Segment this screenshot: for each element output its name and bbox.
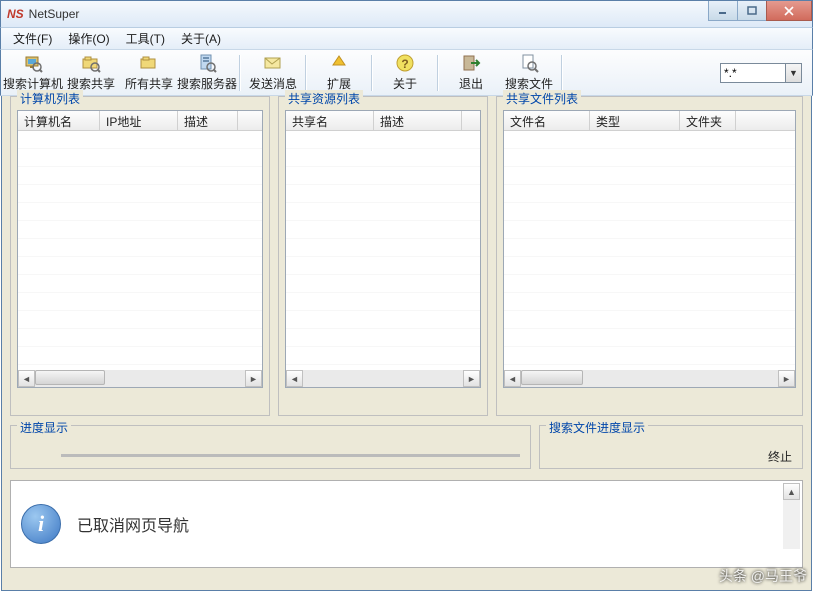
tb-label: 关于 bbox=[393, 75, 417, 92]
about-icon: ? bbox=[395, 53, 415, 73]
menu-operate[interactable]: 操作(O) bbox=[60, 28, 117, 49]
title-bar: NS NetSuper bbox=[0, 0, 813, 28]
search-file-icon bbox=[519, 53, 539, 73]
file-progress-group: 搜索文件进度显示 终止 bbox=[539, 425, 803, 469]
filter-combo[interactable]: ▼ bbox=[720, 63, 802, 83]
computer-listview[interactable]: 计算机名 IP地址 描述 ◄ ► bbox=[17, 110, 263, 388]
menu-about[interactable]: 关于(A) bbox=[173, 28, 229, 49]
list-header: 共享名 描述 bbox=[286, 111, 480, 131]
col-folder[interactable]: 文件夹 bbox=[680, 111, 736, 130]
scroll-left-icon[interactable]: ◄ bbox=[504, 370, 521, 387]
tb-all-share[interactable]: 所有共享 bbox=[121, 52, 177, 94]
list-body[interactable] bbox=[286, 131, 480, 369]
group-title: 共享资源列表 bbox=[285, 90, 363, 107]
group-title: 搜索文件进度显示 bbox=[546, 419, 648, 436]
progress-bar bbox=[61, 454, 520, 457]
col-file-name[interactable]: 文件名 bbox=[504, 111, 590, 130]
tb-label: 所有共享 bbox=[125, 75, 173, 92]
share-file-group: 共享文件列表 文件名 类型 文件夹 ◄ ► bbox=[496, 96, 803, 416]
list-body[interactable] bbox=[18, 131, 262, 369]
scroll-track[interactable] bbox=[303, 370, 463, 387]
toolbar: 搜索计算机 搜索共享 所有共享 搜索服务器 发送消息 扩展 ? 关于 退出 搜索… bbox=[0, 50, 813, 96]
file-listview[interactable]: 文件名 类型 文件夹 ◄ ► bbox=[503, 110, 796, 388]
list-header: 文件名 类型 文件夹 bbox=[504, 111, 795, 131]
search-server-icon bbox=[197, 53, 217, 73]
tb-label: 退出 bbox=[459, 75, 483, 92]
toolbar-separator bbox=[371, 55, 373, 91]
group-title: 共享文件列表 bbox=[503, 90, 581, 107]
all-share-icon bbox=[139, 53, 159, 73]
client-area: 计算机列表 计算机名 IP地址 描述 ◄ ► 共享资源列表 共享名 bbox=[1, 96, 812, 591]
scroll-thumb[interactable] bbox=[521, 370, 583, 385]
tb-label: 搜索服务器 bbox=[177, 75, 237, 92]
scroll-up-icon[interactable]: ▲ bbox=[783, 483, 800, 500]
menu-file[interactable]: 文件(F) bbox=[5, 28, 60, 49]
tb-send-msg[interactable]: 发送消息 bbox=[245, 52, 301, 94]
maximize-button[interactable] bbox=[737, 1, 767, 21]
progress-group: 进度显示 bbox=[10, 425, 531, 469]
col-share-name[interactable]: 共享名 bbox=[286, 111, 374, 130]
scroll-right-icon[interactable]: ► bbox=[245, 370, 262, 387]
hscrollbar[interactable]: ◄ ► bbox=[286, 370, 480, 387]
send-msg-icon bbox=[263, 53, 283, 73]
toolbar-separator bbox=[305, 55, 307, 91]
tb-exit[interactable]: 退出 bbox=[443, 52, 499, 94]
scroll-left-icon[interactable]: ◄ bbox=[286, 370, 303, 387]
tb-about[interactable]: ? 关于 bbox=[377, 52, 433, 94]
svg-text:?: ? bbox=[401, 57, 408, 71]
tb-expand[interactable]: 扩展 bbox=[311, 52, 367, 94]
vscrollbar[interactable]: ▲ bbox=[783, 483, 800, 549]
exit-icon bbox=[461, 53, 481, 73]
scroll-left-icon[interactable]: ◄ bbox=[18, 370, 35, 387]
app-logo: NS bbox=[7, 7, 24, 21]
group-title: 计算机列表 bbox=[17, 90, 83, 107]
share-resource-group: 共享资源列表 共享名 描述 ◄ ► bbox=[278, 96, 488, 416]
tb-search-share[interactable]: 搜索共享 bbox=[63, 52, 119, 94]
progress-row: 进度显示 搜索文件进度显示 终止 bbox=[10, 425, 803, 469]
search-computer-icon bbox=[23, 53, 43, 73]
col-desc[interactable]: 描述 bbox=[374, 111, 462, 130]
menu-bar: 文件(F) 操作(O) 工具(T) 关于(A) bbox=[0, 28, 813, 50]
hscrollbar[interactable]: ◄ ► bbox=[18, 370, 262, 387]
top-panels: 计算机列表 计算机名 IP地址 描述 ◄ ► 共享资源列表 共享名 bbox=[10, 96, 803, 416]
filter-input[interactable] bbox=[720, 63, 786, 83]
col-desc[interactable]: 描述 bbox=[178, 111, 238, 130]
dropdown-icon[interactable]: ▼ bbox=[786, 63, 802, 83]
expand-icon bbox=[329, 53, 349, 73]
menu-tool[interactable]: 工具(T) bbox=[118, 28, 173, 49]
scroll-thumb[interactable] bbox=[35, 370, 105, 385]
col-ip[interactable]: IP地址 bbox=[100, 111, 178, 130]
message-panel: i 已取消网页导航 ▲ bbox=[10, 480, 803, 568]
scroll-track[interactable] bbox=[521, 370, 778, 387]
minimize-button[interactable] bbox=[708, 1, 738, 21]
share-listview[interactable]: 共享名 描述 ◄ ► bbox=[285, 110, 481, 388]
stop-button[interactable]: 终止 bbox=[768, 448, 792, 465]
scroll-track[interactable] bbox=[35, 370, 245, 387]
toolbar-separator bbox=[437, 55, 439, 91]
message-text: 已取消网页导航 bbox=[77, 512, 189, 536]
toolbar-separator bbox=[561, 55, 563, 91]
group-title: 进度显示 bbox=[17, 419, 71, 436]
tb-search-server[interactable]: 搜索服务器 bbox=[179, 52, 235, 94]
window-title: NetSuper bbox=[29, 7, 80, 21]
list-body[interactable] bbox=[504, 131, 795, 369]
close-button[interactable] bbox=[766, 1, 812, 21]
col-computer-name[interactable]: 计算机名 bbox=[18, 111, 100, 130]
info-icon: i bbox=[21, 504, 61, 544]
col-type[interactable]: 类型 bbox=[590, 111, 680, 130]
list-header: 计算机名 IP地址 描述 bbox=[18, 111, 262, 131]
toolbar-separator bbox=[239, 55, 241, 91]
scroll-right-icon[interactable]: ► bbox=[463, 370, 480, 387]
tb-search-computer[interactable]: 搜索计算机 bbox=[5, 52, 61, 94]
tb-search-file[interactable]: 搜索文件 bbox=[501, 52, 557, 94]
search-share-icon bbox=[81, 53, 101, 73]
hscrollbar[interactable]: ◄ ► bbox=[504, 370, 795, 387]
computer-list-group: 计算机列表 计算机名 IP地址 描述 ◄ ► bbox=[10, 96, 270, 416]
scroll-right-icon[interactable]: ► bbox=[778, 370, 795, 387]
window-buttons bbox=[709, 1, 812, 21]
